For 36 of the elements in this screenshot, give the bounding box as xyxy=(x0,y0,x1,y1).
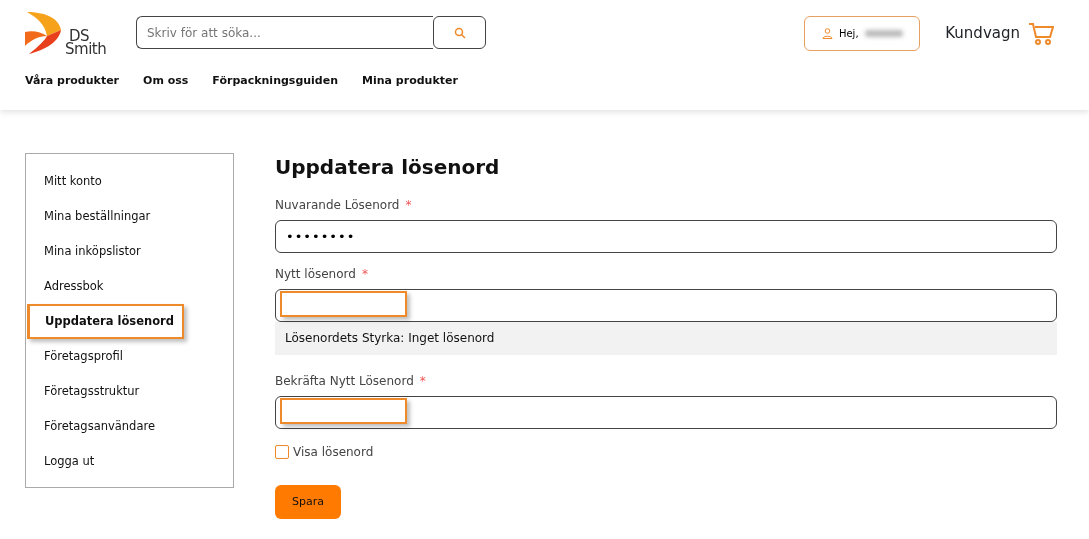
sidebar-item[interactable]: Företagsanvändare xyxy=(26,409,165,444)
sidebar-item[interactable]: Logga ut xyxy=(26,444,105,479)
search-button[interactable] xyxy=(433,16,486,49)
field-label: Nytt lösenord * xyxy=(275,266,369,283)
logo-text: DS Smith xyxy=(65,30,107,56)
sidebar-item[interactable]: Mina beställningar xyxy=(26,199,161,234)
page-title: Uppdatera lösenord xyxy=(275,155,501,179)
search-field[interactable]: Skriv för att söka... xyxy=(136,16,433,49)
user-icon xyxy=(821,28,833,39)
search-icon xyxy=(453,26,466,39)
nav-link[interactable]: Våra produkter xyxy=(25,73,120,90)
password-strength: Lösenordets Styrka: Inget lösenord xyxy=(275,322,1057,355)
account-button[interactable]: Hej, xyxy=(804,16,921,51)
cart-icon xyxy=(1028,20,1054,47)
sidebar-item[interactable]: Mina inköpslistor xyxy=(26,234,151,269)
field-label: Nuvarande Lösenord * xyxy=(275,197,413,214)
checkbox[interactable] xyxy=(275,445,289,459)
password-field[interactable]: •••••••• xyxy=(275,220,1057,253)
password-field[interactable] xyxy=(275,396,1057,429)
required-mark: * xyxy=(405,198,412,212)
nav-link[interactable]: Om oss xyxy=(143,73,189,90)
show-password-checkbox[interactable]: Visa lösenord xyxy=(275,443,374,461)
sidebar-item[interactable]: Företagsprofil xyxy=(26,339,133,374)
field-label: Bekräfta Nytt Lösenord * xyxy=(275,373,427,390)
password-field[interactable] xyxy=(275,289,1057,322)
sidebar-item[interactable]: Uppdatera lösenord xyxy=(27,304,184,339)
nav-link[interactable]: Förpackningsguiden xyxy=(212,73,339,90)
required-mark: * xyxy=(361,267,368,281)
checkbox-label: Visa lösenord xyxy=(293,444,374,461)
sidebar-item[interactable]: Företagsstruktur xyxy=(26,374,150,409)
nav-link[interactable]: Mina produkter xyxy=(362,73,458,90)
save-button[interactable]: Spara xyxy=(275,485,341,519)
required-mark: * xyxy=(419,374,426,388)
sidebar-item[interactable]: Adressbok xyxy=(26,269,114,304)
cart-link[interactable]: Kundvagn xyxy=(945,20,1054,47)
sidebar-item[interactable]: Mitt konto xyxy=(26,164,112,199)
